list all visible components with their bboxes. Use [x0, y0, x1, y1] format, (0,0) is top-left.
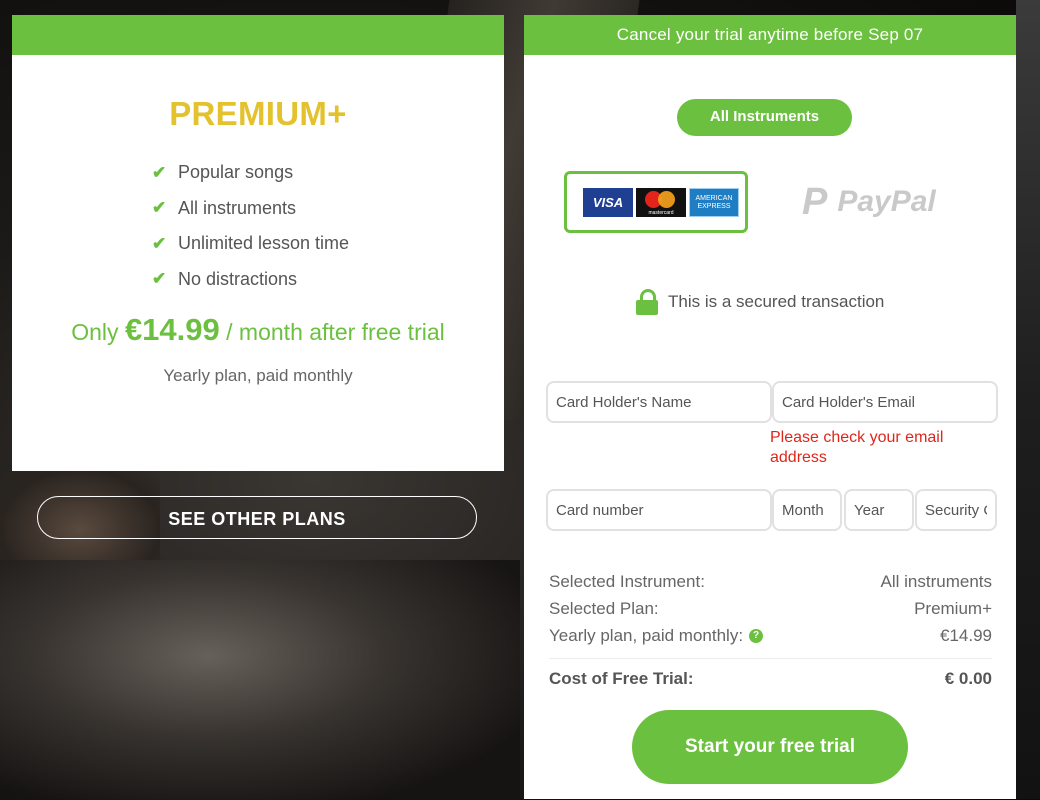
- trial-banner: Cancel your trial anytime before Sep 07: [524, 15, 1016, 55]
- check-icon: ✔: [152, 162, 167, 182]
- summary-row: Selected Instrument: All instruments: [549, 571, 992, 591]
- check-icon: ✔: [152, 198, 167, 218]
- plan-card-topbar: [12, 15, 504, 55]
- start-free-trial-button[interactable]: Start your free trial: [632, 710, 908, 784]
- feature-item: ✔ All instruments: [152, 197, 297, 218]
- see-other-plans-button[interactable]: SEE OTHER PLANS: [37, 496, 477, 539]
- total-row: Cost of Free Trial: € 0.00: [549, 669, 992, 688]
- summary-row: Selected Plan: Premium+: [549, 598, 992, 618]
- card-holder-email-input[interactable]: [772, 381, 998, 423]
- plan-card: PREMIUM+ ✔ Popular songs ✔ All instruments…: [12, 15, 504, 471]
- checkout-card: Cancel your trial anytime before Sep 07 …: [524, 15, 1016, 799]
- feature-item: ✔ No distractions: [152, 268, 298, 289]
- feature-list: ✔ Popular songs ✔ All instruments ✔ Unlimit…: [12, 155, 504, 297]
- price-line: Only €14.99 / month after free trial: [71, 312, 445, 347]
- feature-item: ✔ Unlimited lesson time: [152, 233, 350, 254]
- instrument-pill[interactable]: All Instruments: [677, 99, 852, 136]
- paypal-method-option[interactable]: P PayPal: [802, 183, 936, 221]
- month-input[interactable]: [772, 489, 842, 531]
- billing-note: Yearly plan, paid monthly: [163, 366, 353, 385]
- mastercard-icon: mastercard: [636, 188, 686, 217]
- plan-name: PREMIUM+: [169, 95, 347, 132]
- secure-text: This is a secured transaction: [668, 292, 885, 311]
- price-amount: €14.99: [124, 312, 220, 347]
- check-icon: ✔: [152, 269, 167, 289]
- paypal-icon: P: [802, 181, 828, 223]
- summary-row: Yearly plan, paid monthly:? €14.99: [549, 625, 992, 645]
- paypal-label: PayPal: [837, 185, 936, 218]
- card-number-input[interactable]: [546, 489, 772, 531]
- email-error-message: Please check your email address: [770, 429, 944, 466]
- secure-notice: This is a secured transaction: [636, 289, 884, 315]
- amex-icon: AMERICAN EXPRESS: [689, 188, 739, 217]
- card-holder-name-input[interactable]: [546, 381, 772, 423]
- check-icon: ✔: [152, 233, 167, 253]
- background-guitar-body: [0, 560, 520, 800]
- help-icon[interactable]: ?: [749, 629, 764, 644]
- summary-divider: [549, 658, 992, 659]
- security-code-input[interactable]: [915, 489, 997, 531]
- background-right-edge: [1016, 0, 1040, 799]
- visa-icon: VISA: [583, 188, 633, 217]
- lock-icon: [636, 289, 658, 315]
- feature-item: ✔ Popular songs: [152, 162, 294, 183]
- year-input[interactable]: [844, 489, 914, 531]
- order-summary: Selected Instrument: All instruments Sel…: [549, 568, 992, 693]
- credit-card-method-option[interactable]: VISA mastercard AMERICAN EXPRESS: [564, 171, 748, 233]
